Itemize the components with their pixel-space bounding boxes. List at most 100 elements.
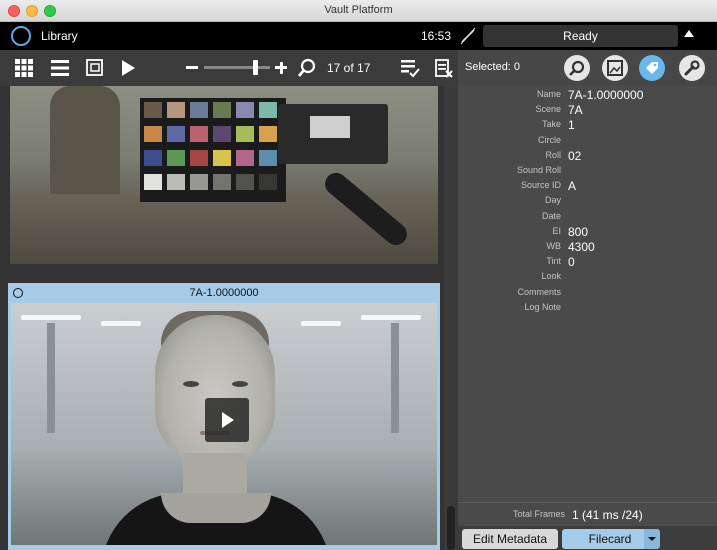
zoom-slider[interactable] [204, 66, 270, 69]
metadata-row[interactable]: Comments [458, 286, 717, 301]
figure-chest [161, 493, 271, 523]
metadata-row[interactable]: Log Note [458, 301, 717, 316]
metadata-key: Tint [546, 256, 561, 267]
metadata-row[interactable]: Look [458, 270, 717, 285]
metadata-key: Scene [535, 104, 561, 115]
toolbar: 17 of 17 Selected: 0 [0, 50, 717, 86]
wrench-icon [684, 60, 700, 76]
metadata-value: 02 [568, 148, 582, 163]
metadata-row[interactable]: Name 7A-1.0000000 [458, 88, 717, 103]
unlinked-icon[interactable] [458, 26, 478, 46]
metadata-row[interactable]: Sound Roll [458, 164, 717, 179]
metadata-row[interactable]: Roll 02 [458, 149, 717, 164]
metadata-value: A [568, 179, 577, 194]
total-frames-label: Total Frames [512, 509, 565, 519]
clip-count: 17 of 17 [327, 61, 371, 75]
zoom-slider-thumb[interactable] [253, 60, 258, 75]
metadata-row[interactable]: Circle [458, 134, 717, 149]
play-icon[interactable] [118, 58, 138, 78]
edit-metadata-button[interactable]: Edit Metadata [462, 529, 558, 549]
window-titlebar: Vault Platform [0, 0, 717, 22]
window-title: Vault Platform [324, 4, 393, 16]
image-icon [607, 60, 623, 76]
metadata-row[interactable]: Day [458, 194, 717, 209]
color-chart-image [140, 98, 286, 202]
metadata-value: 800 [568, 224, 589, 239]
grid-view-icon[interactable] [14, 58, 34, 78]
ceiling-light [361, 315, 421, 320]
metadata-key: Source ID [520, 180, 561, 191]
metadata-row[interactable]: Date [458, 210, 717, 225]
image-button[interactable] [602, 55, 628, 81]
play-button[interactable] [205, 398, 249, 442]
metadata-key: Sound Roll [516, 165, 561, 175]
zoom-out-icon[interactable] [186, 66, 198, 69]
scrollbar-thumb[interactable] [447, 506, 455, 550]
zoom-in-icon-vertical[interactable] [279, 61, 283, 74]
selected-clip-card[interactable]: 7A-1.0000000 [8, 283, 440, 550]
app-header: Library 16:53 Ready [0, 22, 717, 50]
metadata-value: 7A-1.0000000 [568, 88, 644, 102]
background-column [47, 323, 55, 433]
clip-name: 7A-1.0000000 [189, 287, 259, 299]
inspect-icon [569, 60, 585, 76]
metadata-value: 4300 [568, 240, 595, 254]
play-icon [222, 412, 234, 428]
tag-button[interactable] [639, 55, 665, 81]
thumbnail-figure [50, 86, 120, 196]
background-column [391, 323, 399, 433]
apply-metadata-icon[interactable] [400, 58, 420, 78]
collapse-up-icon[interactable] [684, 30, 694, 37]
status-box: Ready [483, 25, 678, 47]
library-label[interactable]: Library [41, 29, 78, 43]
total-frames-value: 1 (41 ms /24) [572, 508, 643, 522]
metadata-key: Date [541, 210, 561, 221]
inspect-button[interactable] [564, 55, 590, 81]
metadata-key: Look [541, 271, 561, 282]
library-ring-icon[interactable] [11, 26, 31, 46]
metadata-value: 1 [568, 118, 575, 133]
ceiling-light [101, 321, 141, 326]
filmstrip-view-icon[interactable] [85, 58, 105, 78]
metadata-key: Roll [545, 149, 561, 160]
metadata-key: Circle [537, 134, 561, 145]
tag-icon [646, 62, 658, 74]
metadata-key: Day [544, 195, 561, 206]
clip-browser: 7A-1.0000000 [0, 86, 444, 550]
metadata-row[interactable]: Take 1 [458, 118, 717, 133]
settings-button[interactable] [679, 55, 705, 81]
metadata-panel: Name 7A-1.0000000 Scene 7A Take 1 Circle Roll 02… [458, 86, 717, 550]
device-screen [310, 116, 350, 138]
clip-header: 7A-1.0000000 [8, 283, 440, 303]
clip-browser-scrollbar[interactable] [444, 86, 458, 550]
ceiling-light [21, 315, 81, 320]
selected-count: Selected: 0 [465, 61, 521, 73]
filecard-dropdown-button[interactable] [644, 529, 660, 549]
metadata-row[interactable]: Source ID A [458, 179, 717, 194]
metadata-row[interactable]: EI 800 [458, 225, 717, 240]
metadata-key: EI [552, 225, 561, 236]
search-icon[interactable] [297, 58, 317, 78]
figure-eye [232, 381, 248, 387]
metadata-key: Name [536, 89, 561, 99]
metadata-row[interactable]: Tint 0 [458, 255, 717, 270]
figure-eye [183, 381, 199, 387]
clock: 16:53 [421, 29, 452, 43]
list-view-icon[interactable] [50, 58, 70, 78]
metadata-key: Take [541, 119, 561, 130]
clip-thumbnail[interactable] [10, 86, 438, 264]
clip-preview-image[interactable] [11, 303, 437, 545]
ceiling-light [301, 321, 341, 326]
metadata-key: Comments [517, 286, 561, 297]
total-frames-row: Total Frames 1 (41 ms /24) [458, 502, 717, 522]
chevron-down-icon [648, 537, 656, 541]
status-text: Ready [563, 29, 598, 43]
metadata-key: Log Note [524, 301, 561, 312]
figure-head [155, 315, 275, 465]
metadata-row[interactable]: WB 4300 [458, 240, 717, 255]
metadata-value: 0 [568, 255, 575, 270]
clear-metadata-icon[interactable] [434, 58, 454, 78]
metadata-key: WB [546, 241, 562, 251]
metadata-row[interactable]: Scene 7A [458, 103, 717, 118]
metadata-button-bar: Edit Metadata Filecard [458, 526, 717, 550]
